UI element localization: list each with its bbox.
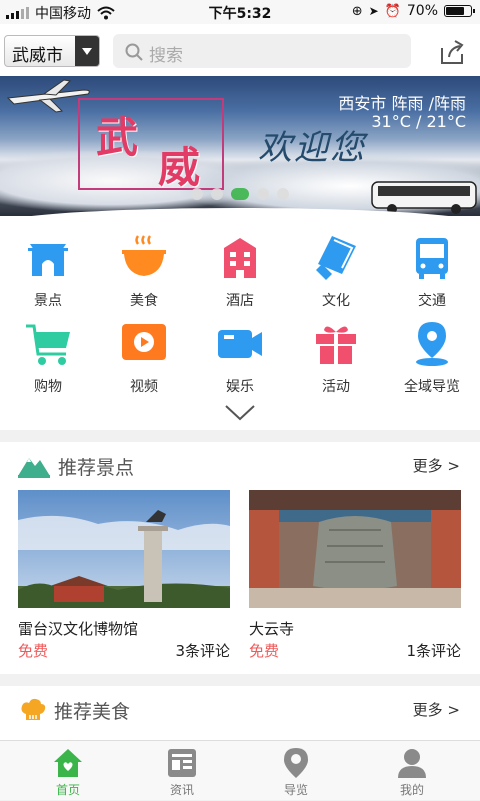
banner-title-char-2: 威 xyxy=(158,143,201,192)
tab-news[interactable]: 资讯 xyxy=(122,741,242,801)
category-label: 活动 xyxy=(322,379,350,395)
mountain-icon xyxy=(18,458,50,478)
alarm-icon: ⏰ xyxy=(384,3,401,19)
section-header: 推荐景点 更多 > xyxy=(0,442,480,488)
spot-name: 雷台汉文化博物馆 xyxy=(18,620,139,638)
category-full-guide[interactable]: 全域导览 xyxy=(384,306,480,395)
carousel-dot[interactable] xyxy=(211,188,223,200)
spot-card[interactable]: 大云寺 免费 1条评论 xyxy=(249,490,461,670)
bus-icon xyxy=(416,238,448,279)
camera-icon xyxy=(218,330,262,358)
spot-comments: 1条评论 xyxy=(406,642,461,660)
banner-title-char-1: 武 xyxy=(96,113,139,162)
battery-icon xyxy=(444,5,475,17)
recommend-spots-section: 推荐景点 更多 > 雷台汉文化博物馆 免费 3条评论 大云寺 免费 1条评论 xyxy=(0,442,480,674)
chevron-down-icon[interactable] xyxy=(224,404,256,422)
search-placeholder: 搜索 xyxy=(149,46,183,66)
category-activity[interactable]: 活动 xyxy=(288,306,384,395)
lock-rotation-icon: ⊕ xyxy=(351,3,363,19)
more-link[interactable]: 更多 > xyxy=(413,455,460,476)
spot-name: 大云寺 xyxy=(249,620,295,638)
dropdown-arrow-icon xyxy=(75,36,99,66)
spot-card[interactable]: 雷台汉文化博物馆 免费 3条评论 xyxy=(18,490,230,670)
location-icon xyxy=(416,322,448,366)
location-arrow-icon: ➤ xyxy=(368,4,379,18)
battery-percent: 70% xyxy=(406,3,438,19)
section-title: 推荐美食 xyxy=(54,701,131,723)
bottom-tab-bar: 首页 资讯 导览 我的 xyxy=(0,740,480,800)
recommend-food-section: 推荐美食 更多 > xyxy=(0,686,480,740)
category-food[interactable]: 美食 xyxy=(96,220,192,309)
tab-label: 我的 xyxy=(399,783,424,797)
tab-label: 首页 xyxy=(55,783,80,797)
category-label: 娱乐 xyxy=(226,379,254,395)
carousel-dot[interactable] xyxy=(257,188,269,200)
spot-price: 免费 xyxy=(18,642,49,660)
category-transport[interactable]: 交通 xyxy=(384,220,480,309)
search-icon xyxy=(125,43,143,61)
spot-photo xyxy=(18,490,230,608)
tab-label: 导览 xyxy=(283,783,308,797)
map-pin-icon xyxy=(284,748,308,778)
video-icon xyxy=(122,324,166,360)
category-culture[interactable]: 文化 xyxy=(288,220,384,309)
news-icon xyxy=(168,749,196,777)
section-title: 推荐景点 xyxy=(58,457,135,479)
carousel-indicator xyxy=(0,188,480,200)
category-label: 购物 xyxy=(34,379,62,395)
tab-guide[interactable]: 导览 xyxy=(236,741,356,801)
category-video[interactable]: 视频 xyxy=(96,306,192,395)
status-bar: 中国移动 下午5:32 ⊕ ➤ ⏰ 70% xyxy=(0,0,480,24)
spot-price: 免费 xyxy=(249,642,280,660)
home-icon xyxy=(54,749,82,777)
top-header: 武威市 搜索 xyxy=(0,24,480,76)
hotel-icon xyxy=(224,238,256,278)
category-hotel[interactable]: 酒店 xyxy=(192,220,288,309)
category-entertainment[interactable]: 娱乐 xyxy=(192,306,288,395)
book-icon xyxy=(316,236,356,280)
category-scenic[interactable]: 景点 xyxy=(0,220,96,309)
section-header: 推荐美食 更多 > xyxy=(0,686,480,732)
tab-home[interactable]: 首页 xyxy=(8,741,128,801)
spot-photo xyxy=(249,490,461,608)
gift-icon xyxy=(316,326,356,364)
gate-icon xyxy=(28,244,68,276)
user-icon xyxy=(398,749,426,778)
category-label: 视频 xyxy=(130,379,158,395)
city-label: 武威市 xyxy=(12,46,63,66)
share-icon[interactable] xyxy=(438,38,466,66)
category-grid: 景点 美食 酒店 文化 交通 购物 视频 娱乐 活动 全域导览 xyxy=(0,208,480,430)
weather-condition: 西安市 阵雨 /阵雨 xyxy=(338,94,466,113)
chef-hat-icon xyxy=(21,698,46,720)
category-shopping[interactable]: 购物 xyxy=(0,306,96,395)
cart-icon xyxy=(26,324,70,365)
tab-label: 资讯 xyxy=(169,783,194,797)
banner-welcome: 欢迎您 xyxy=(258,128,366,168)
carousel-dot[interactable] xyxy=(191,188,203,200)
carousel-dot-active[interactable] xyxy=(231,188,249,200)
search-input[interactable]: 搜索 xyxy=(113,34,411,68)
city-selector[interactable]: 武威市 xyxy=(4,35,100,67)
category-label: 全域导览 xyxy=(404,379,460,395)
carousel-dot[interactable] xyxy=(277,188,289,200)
weather-temperature: 31°C / 21°C xyxy=(371,112,466,131)
more-link[interactable]: 更多 > xyxy=(413,699,460,720)
tab-profile[interactable]: 我的 xyxy=(352,741,472,801)
spot-comments: 3条评论 xyxy=(175,642,230,660)
bowl-icon xyxy=(122,235,166,276)
